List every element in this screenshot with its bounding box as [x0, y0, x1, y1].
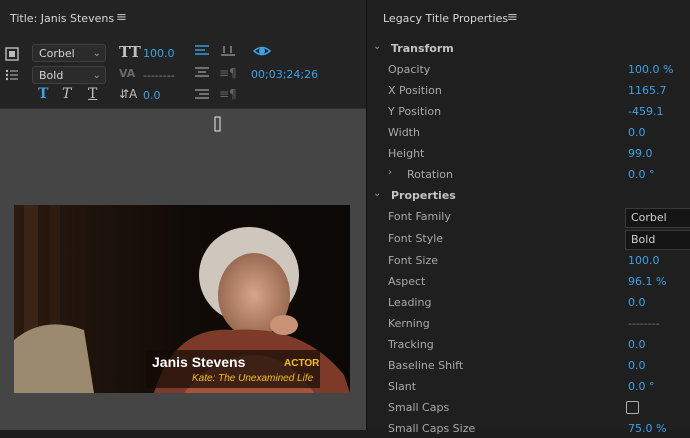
font-family-value: Corbel — [39, 47, 75, 60]
baseline-icon: ⇵A — [119, 87, 138, 101]
title-panel-menu-icon[interactable]: ≡ — [116, 10, 127, 25]
properties-section-title: Properties — [391, 189, 456, 202]
property-row-leading: Leading 0.0 — [367, 292, 690, 312]
font-size-icon: TT — [119, 43, 141, 61]
text-cursor-icon — [214, 116, 221, 132]
underline-button[interactable]: T — [88, 86, 97, 102]
property-value[interactable]: 0.0 — [628, 359, 646, 372]
properties-section-header[interactable]: ⌄ Properties — [367, 185, 690, 205]
property-label: Font Size — [388, 254, 439, 267]
font-family-dropdown[interactable]: Corbel — [625, 208, 690, 228]
property-label: Font Style — [388, 232, 444, 245]
property-value[interactable]: 1165.7 — [628, 84, 667, 97]
property-row-width: Width 0.0 — [367, 122, 690, 142]
property-row-kerning: Kerning -------- — [367, 313, 690, 333]
align-center-icon[interactable] — [194, 66, 210, 80]
property-value[interactable]: 0.0 — [628, 296, 646, 309]
kerning-value: -------- — [143, 69, 175, 82]
property-label: X Position — [388, 84, 442, 97]
paragraph-left-icon: ≡¶ — [219, 66, 237, 80]
property-row-baseline-shift: Baseline Shift 0.0 — [367, 355, 690, 375]
property-value[interactable]: 100.0 % — [628, 63, 673, 76]
property-label: Aspect — [388, 275, 426, 288]
property-value: -------- — [628, 317, 660, 330]
lower-third: Janis Stevens ACTOR Kate: The Unexamined… — [146, 350, 320, 388]
properties-panel-menu-icon[interactable]: ≡ — [507, 10, 518, 25]
property-value[interactable]: 100.0 — [628, 254, 660, 267]
property-value[interactable]: 96.1 % — [628, 275, 666, 288]
property-value[interactable]: 0.0 — [628, 126, 646, 139]
show-video-icon[interactable] — [252, 43, 272, 59]
legacy-title-properties-panel: Legacy Title Properties ≡ ⌄ Transform Op… — [367, 0, 690, 435]
property-label: Leading — [388, 296, 432, 309]
property-value[interactable]: 99.0 — [628, 147, 653, 160]
property-row-opacity: Opacity 100.0 % — [367, 59, 690, 79]
font-style-value: Bold — [39, 69, 64, 82]
lower-third-role: ACTOR — [284, 358, 320, 369]
font-family-select[interactable]: Corbel ⌄ — [32, 44, 106, 62]
paragraph-right-icon: ≡¶ — [219, 87, 237, 101]
align-right-icon[interactable] — [194, 88, 210, 102]
lower-third-name: Janis Stevens — [152, 354, 246, 370]
kerning-icon: VA — [119, 67, 136, 80]
small-caps-checkbox[interactable] — [626, 401, 639, 414]
property-row-rotation[interactable]: › Rotation 0.0 ° — [367, 164, 690, 184]
property-row-font-size: Font Size 100.0 — [367, 250, 690, 270]
property-label: Baseline Shift — [388, 359, 464, 372]
font-style-dropdown[interactable]: Bold — [625, 230, 690, 250]
italic-button[interactable]: T — [62, 86, 71, 102]
property-row-slant: Slant 0.0 ° — [367, 376, 690, 396]
property-value[interactable]: -459.1 — [628, 105, 663, 118]
property-label: Font Family — [388, 210, 451, 223]
bold-button[interactable]: T — [38, 86, 48, 102]
property-row-y-position: Y Position -459.1 — [367, 101, 690, 121]
chevron-right-icon: › — [388, 167, 392, 178]
title-panel-header: Title: Janis Stevens ≡ — [0, 0, 366, 38]
chevron-down-icon: ⌄ — [92, 48, 101, 59]
property-row-font-style: Font Style Bold — [367, 228, 690, 250]
property-value[interactable]: 0.0 — [628, 338, 646, 351]
lower-third-subtitle: Kate: The Unexamined Life — [192, 373, 314, 384]
transform-section-header[interactable]: ⌄ Transform — [367, 38, 690, 58]
property-row-x-position: X Position 1165.7 — [367, 80, 690, 100]
chevron-down-icon: ⌄ — [373, 41, 382, 52]
property-row-small-caps: Small Caps — [367, 397, 690, 417]
property-label: Y Position — [388, 105, 442, 118]
list-align-icon[interactable] — [4, 67, 20, 83]
property-row-height: Height 99.0 — [367, 143, 690, 163]
property-row-tracking: Tracking 0.0 — [367, 334, 690, 354]
property-row-aspect: Aspect 96.1 % — [367, 271, 690, 291]
title-toolbar: Corbel ⌄ Bold ⌄ T T T TT 100.0 VA ------… — [0, 38, 366, 109]
property-row-small-caps-size: Small Caps Size 75.0 % — [367, 418, 690, 438]
property-label: Height — [388, 147, 425, 160]
font-style-select[interactable]: Bold ⌄ — [32, 66, 106, 84]
property-label: Small Caps Size — [388, 422, 476, 435]
property-label: Kerning — [388, 317, 430, 330]
timecode-value[interactable]: 00;03;24;26 — [251, 68, 318, 81]
transform-section-title: Transform — [391, 42, 454, 55]
film-frame-icon[interactable] — [4, 46, 20, 62]
property-label: Small Caps — [388, 401, 450, 414]
property-label: Opacity — [388, 63, 431, 76]
baseline-value[interactable]: 0.0 — [143, 89, 161, 102]
property-value[interactable]: 0.0 ° — [628, 380, 655, 393]
property-value[interactable]: 75.0 % — [628, 422, 666, 435]
property-label: Tracking — [388, 338, 434, 351]
property-row-font-family: Font Family Corbel — [367, 206, 690, 228]
chevron-down-icon: ⌄ — [92, 70, 101, 81]
property-value[interactable]: 0.0 ° — [628, 168, 655, 181]
properties-panel-title: Legacy Title Properties — [383, 12, 509, 25]
property-label: Slant — [388, 380, 417, 393]
property-label: Width — [388, 126, 420, 139]
tab-stops-icon[interactable] — [219, 43, 237, 59]
font-size-value[interactable]: 100.0 — [143, 47, 175, 60]
align-left-icon[interactable] — [194, 44, 210, 58]
property-label: Rotation — [407, 168, 454, 181]
title-panel-title: Title: Janis Stevens — [10, 12, 115, 25]
chevron-down-icon: ⌄ — [373, 188, 382, 199]
